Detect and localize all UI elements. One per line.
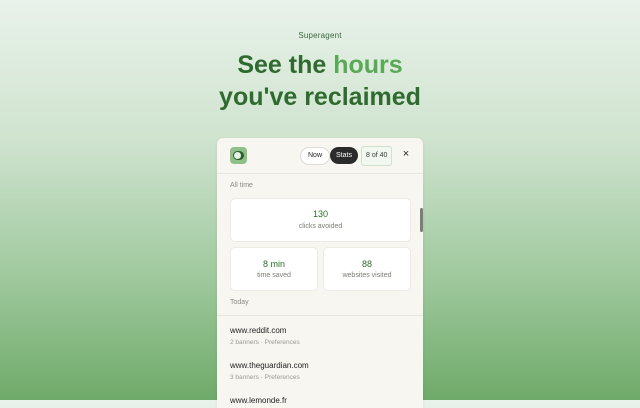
site-item[interactable]: www.lemonde.fr [230, 396, 410, 405]
websites-visited-label: websites visited [342, 272, 392, 279]
page-counter: 8 of 40 [361, 146, 393, 166]
stats-panel: Now Stats 8 of 40 × All time 130 clicks … [217, 138, 423, 408]
panel-topbar: Now Stats 8 of 40 × [217, 138, 423, 174]
scrollbar[interactable] [420, 208, 423, 232]
close-icon[interactable]: × [401, 148, 411, 160]
divider [217, 315, 423, 316]
site-meta: 2 banners · Preferences [230, 339, 300, 346]
section-label-all-time: All time [230, 182, 253, 189]
headline-line2: you've reclaimed [219, 83, 421, 111]
headline-text: See the [237, 51, 334, 79]
section-label-today: Today [230, 299, 249, 306]
site-domain: www.theguardian.com [230, 361, 309, 370]
tab-now[interactable]: Now [300, 147, 331, 165]
clicks-avoided-card: 130 clicks avoided [230, 198, 411, 242]
clicks-avoided-label: clicks avoided [298, 223, 343, 230]
time-saved-value: 8 min [262, 259, 285, 269]
time-saved-label: time saved [257, 272, 291, 279]
time-saved-card: 8 min time saved [230, 247, 318, 291]
headline: See the hours you've reclaimed [0, 49, 640, 113]
toggle-app-icon [230, 147, 247, 164]
websites-visited-card: 88 websites visited [323, 247, 411, 291]
site-domain: www.reddit.com [230, 326, 287, 335]
site-meta: 3 banners · Preferences [230, 374, 300, 381]
clicks-avoided-value: 130 [312, 209, 329, 219]
tab-stats[interactable]: Stats [330, 147, 358, 164]
websites-visited-value: 88 [361, 259, 372, 269]
site-item[interactable]: www.reddit.com 2 banners · Preferences [230, 326, 410, 346]
headline-highlight: hours [333, 51, 403, 79]
site-item[interactable]: www.theguardian.com 3 banners · Preferen… [230, 361, 410, 381]
brand-label: Superagent [298, 31, 342, 40]
site-domain: www.lemonde.fr [230, 396, 287, 405]
